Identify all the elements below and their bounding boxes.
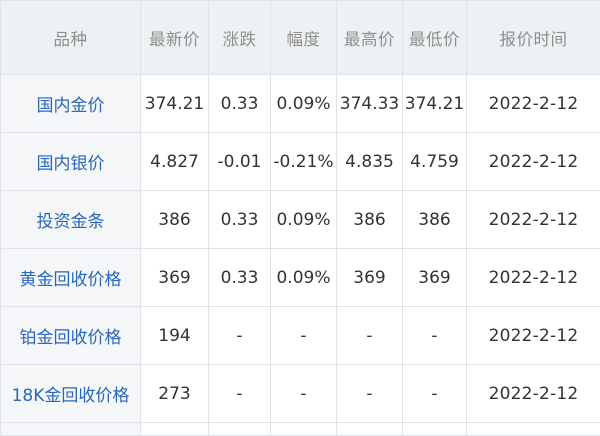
table-row: 18K金回收价格 273 - - - - 2022-2-12 (1, 365, 600, 423)
range-cell: - (271, 307, 337, 365)
high-price-cell: 374.33 (337, 75, 403, 133)
quote-time-cell: 2022-2-12 (467, 75, 600, 133)
partial-cell (141, 423, 209, 436)
high-price-cell: - (337, 307, 403, 365)
partial-cell (271, 423, 337, 436)
gold-price-table: 品种 最新价 涨跌 幅度 最高价 最低价 报价时间 国内金价 374.21 0.… (0, 0, 600, 436)
header-variety: 品种 (1, 1, 141, 75)
quote-time-cell: 2022-2-12 (467, 249, 600, 307)
change-cell: -0.01 (209, 133, 271, 191)
latest-price-cell: 4.827 (141, 133, 209, 191)
row-name-link[interactable]: 黄金回收价格 (1, 249, 141, 307)
quote-time-cell: 2022-2-12 (467, 191, 600, 249)
table-row: 国内金价 374.21 0.33 0.09% 374.33 374.21 202… (1, 75, 600, 133)
row-name-link[interactable]: 投资金条 (1, 191, 141, 249)
low-price-cell: 4.759 (403, 133, 467, 191)
change-cell: - (209, 365, 271, 423)
change-cell: - (209, 307, 271, 365)
quote-time-cell: 2022-2-12 (467, 307, 600, 365)
range-cell: 0.09% (271, 191, 337, 249)
header-quote-time: 报价时间 (467, 1, 600, 75)
partial-cell (1, 423, 141, 436)
range-cell: 0.09% (271, 249, 337, 307)
high-price-cell: - (337, 365, 403, 423)
high-price-cell: 386 (337, 191, 403, 249)
latest-price-cell: 194 (141, 307, 209, 365)
row-name-link[interactable]: 国内金价 (1, 75, 141, 133)
header-range: 幅度 (271, 1, 337, 75)
latest-price-cell: 386 (141, 191, 209, 249)
latest-price-cell: 374.21 (141, 75, 209, 133)
latest-price-cell: 369 (141, 249, 209, 307)
partial-cell (467, 423, 600, 436)
header-low-price: 最低价 (403, 1, 467, 75)
range-cell: - (271, 365, 337, 423)
header-latest-price: 最新价 (141, 1, 209, 75)
range-cell: -0.21% (271, 133, 337, 191)
table-row-partial (1, 423, 600, 436)
table-row: 国内银价 4.827 -0.01 -0.21% 4.835 4.759 2022… (1, 133, 600, 191)
low-price-cell: - (403, 365, 467, 423)
change-cell: 0.33 (209, 249, 271, 307)
row-name-link[interactable]: 18K金回收价格 (1, 365, 141, 423)
table-row: 黄金回收价格 369 0.33 0.09% 369 369 2022-2-12 (1, 249, 600, 307)
header-high-price: 最高价 (337, 1, 403, 75)
low-price-cell: 369 (403, 249, 467, 307)
high-price-cell: 369 (337, 249, 403, 307)
high-price-cell: 4.835 (337, 133, 403, 191)
row-name-link[interactable]: 铂金回收价格 (1, 307, 141, 365)
table-row: 投资金条 386 0.33 0.09% 386 386 2022-2-12 (1, 191, 600, 249)
table-header-row: 品种 最新价 涨跌 幅度 最高价 最低价 报价时间 (1, 1, 600, 75)
quote-time-cell: 2022-2-12 (467, 133, 600, 191)
partial-cell (337, 423, 403, 436)
change-cell: 0.33 (209, 75, 271, 133)
low-price-cell: 386 (403, 191, 467, 249)
latest-price-cell: 273 (141, 365, 209, 423)
table-row: 铂金回收价格 194 - - - - 2022-2-12 (1, 307, 600, 365)
change-cell: 0.33 (209, 191, 271, 249)
quote-time-cell: 2022-2-12 (467, 365, 600, 423)
partial-cell (209, 423, 271, 436)
range-cell: 0.09% (271, 75, 337, 133)
low-price-cell: 374.21 (403, 75, 467, 133)
header-change: 涨跌 (209, 1, 271, 75)
low-price-cell: - (403, 307, 467, 365)
partial-cell (403, 423, 467, 436)
row-name-link[interactable]: 国内银价 (1, 133, 141, 191)
